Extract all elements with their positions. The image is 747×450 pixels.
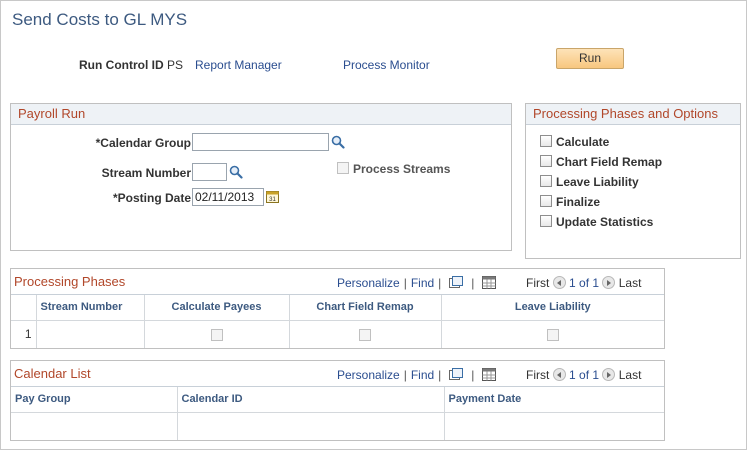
calendar-list-page-status: 1 of 1 (569, 368, 600, 382)
calculate-payees-checkbox[interactable] (210, 329, 223, 342)
processing-phases-first-label: First (526, 276, 550, 290)
row-chart-field-remap-checkbox[interactable] (359, 329, 371, 342)
calendar-id-cell (177, 412, 445, 440)
download-grid-icon[interactable] (482, 276, 497, 289)
processing-phases-last-label: Last (618, 276, 642, 290)
report-manager-link[interactable]: Report Manager (195, 58, 282, 72)
table-row: 1 (11, 320, 664, 348)
calendar-list-toolbar: Personalize | Find | | (337, 368, 500, 382)
calendar-list-table: Pay Group Calendar ID Payment Date (11, 387, 664, 440)
run-button[interactable]: Run (556, 48, 624, 69)
update-statistics-checkbox[interactable] (540, 215, 552, 227)
row-number: 1 (11, 320, 37, 348)
leave-liability-cell (441, 320, 664, 348)
update-statistics-label: Update Statistics (556, 215, 654, 229)
stream-number-label: Stream Number (101, 166, 191, 180)
processing-phases-find-link[interactable]: Find (411, 276, 434, 290)
view-all-icon[interactable] (449, 368, 464, 381)
next-row-icon[interactable] (602, 276, 616, 289)
processing-options-group: Processing Phases and Options Calculate … (525, 103, 741, 259)
calendar-group-label: *Calendar Group (95, 136, 191, 150)
processing-phases-title: Processing Phases (14, 274, 126, 289)
calendar-icon-text: 31 (269, 197, 276, 203)
processing-phases-personalize-link[interactable]: Personalize (337, 276, 400, 290)
table-row (11, 412, 664, 440)
prev-row-icon[interactable] (552, 368, 566, 381)
process-streams-label: Process Streams (353, 162, 451, 176)
process-streams-checkbox[interactable] (337, 162, 349, 174)
calculate-checkbox[interactable] (540, 135, 552, 147)
view-all-icon[interactable] (449, 276, 464, 289)
calendar-list-header-row: Pay Group Calendar ID Payment Date (11, 387, 664, 413)
processing-phases-toolbar: Personalize | Find | | (337, 276, 500, 290)
stream-number-cell (36, 320, 145, 348)
calculate-payees-column-header[interactable]: Calculate Payees (144, 295, 290, 321)
processing-phases-page-status: 1 of 1 (569, 276, 600, 290)
processing-phases-navigation: First 1 of 1 Last (526, 276, 641, 290)
processing-options-header: Processing Phases and Options (526, 104, 740, 125)
calendar-list-grid: Calendar List Personalize | Find | | First 1… (10, 360, 665, 441)
calculate-payees-cell (144, 320, 290, 348)
stream-number-input[interactable] (192, 163, 227, 181)
leave-liability-checkbox[interactable] (540, 175, 552, 187)
processing-phases-table: Stream Number Calculate Payees Chart Fie… (11, 295, 664, 348)
processing-phases-grid-header: Processing Phases Personalize | Find | | Fir… (11, 269, 664, 295)
leave-liability-label: Leave Liability (556, 175, 639, 189)
calendar-picker-icon[interactable]: 31 (266, 190, 279, 203)
posting-date-label: *Posting Date (112, 191, 191, 205)
payroll-run-header: Payroll Run (11, 104, 511, 125)
pay-group-cell (11, 412, 178, 440)
row-number-column-header (11, 295, 37, 321)
processing-phases-header-row: Stream Number Calculate Payees Chart Fie… (11, 295, 664, 321)
processing-phases-grid: Processing Phases Personalize | Find | | Fir… (10, 268, 665, 349)
calendar-group-input[interactable] (192, 133, 329, 151)
stream-number-column-header[interactable]: Stream Number (36, 295, 145, 321)
payment-date-cell (444, 412, 664, 440)
chart-field-remap-cell (289, 320, 442, 348)
chart-field-remap-label: Chart Field Remap (556, 155, 663, 169)
leave-liability-column-header[interactable]: Leave Liability (441, 295, 664, 321)
payment-date-column-header[interactable]: Payment Date (444, 387, 664, 413)
run-control-label: Run Control ID (79, 58, 164, 72)
run-control-value: PS (167, 58, 184, 72)
prev-row-icon[interactable] (552, 276, 566, 289)
calculate-label: Calculate (556, 135, 610, 149)
chart-field-remap-checkbox[interactable] (540, 155, 552, 167)
row-leave-liability-checkbox[interactable] (546, 329, 559, 342)
calendar-list-first-label: First (526, 368, 550, 382)
process-monitor-link[interactable]: Process Monitor (343, 58, 430, 72)
calendar-id-column-header[interactable]: Calendar ID (177, 387, 445, 413)
calendar-group-lookup-icon[interactable] (331, 135, 345, 149)
calendar-list-find-link[interactable]: Find (411, 368, 434, 382)
next-row-icon[interactable] (602, 368, 616, 381)
finalize-label: Finalize (556, 195, 601, 209)
posting-date-input[interactable] (192, 188, 264, 206)
finalize-checkbox[interactable] (540, 195, 552, 207)
chart-field-remap-column-header[interactable]: Chart Field Remap (289, 295, 442, 321)
calendar-list-navigation: First 1 of 1 Last (526, 368, 641, 382)
download-grid-icon[interactable] (482, 368, 497, 381)
stream-number-lookup-icon[interactable] (229, 165, 243, 179)
calendar-list-grid-header: Calendar List Personalize | Find | | First 1… (11, 361, 664, 387)
pay-group-column-header[interactable]: Pay Group (11, 387, 178, 413)
calendar-list-personalize-link[interactable]: Personalize (337, 368, 400, 382)
payroll-run-group: Payroll Run *Calendar Group Stream Numbe… (10, 103, 512, 251)
calendar-list-title: Calendar List (14, 366, 91, 381)
calendar-list-last-label: Last (618, 368, 642, 382)
page-title: Send Costs to GL MYS (12, 10, 188, 29)
